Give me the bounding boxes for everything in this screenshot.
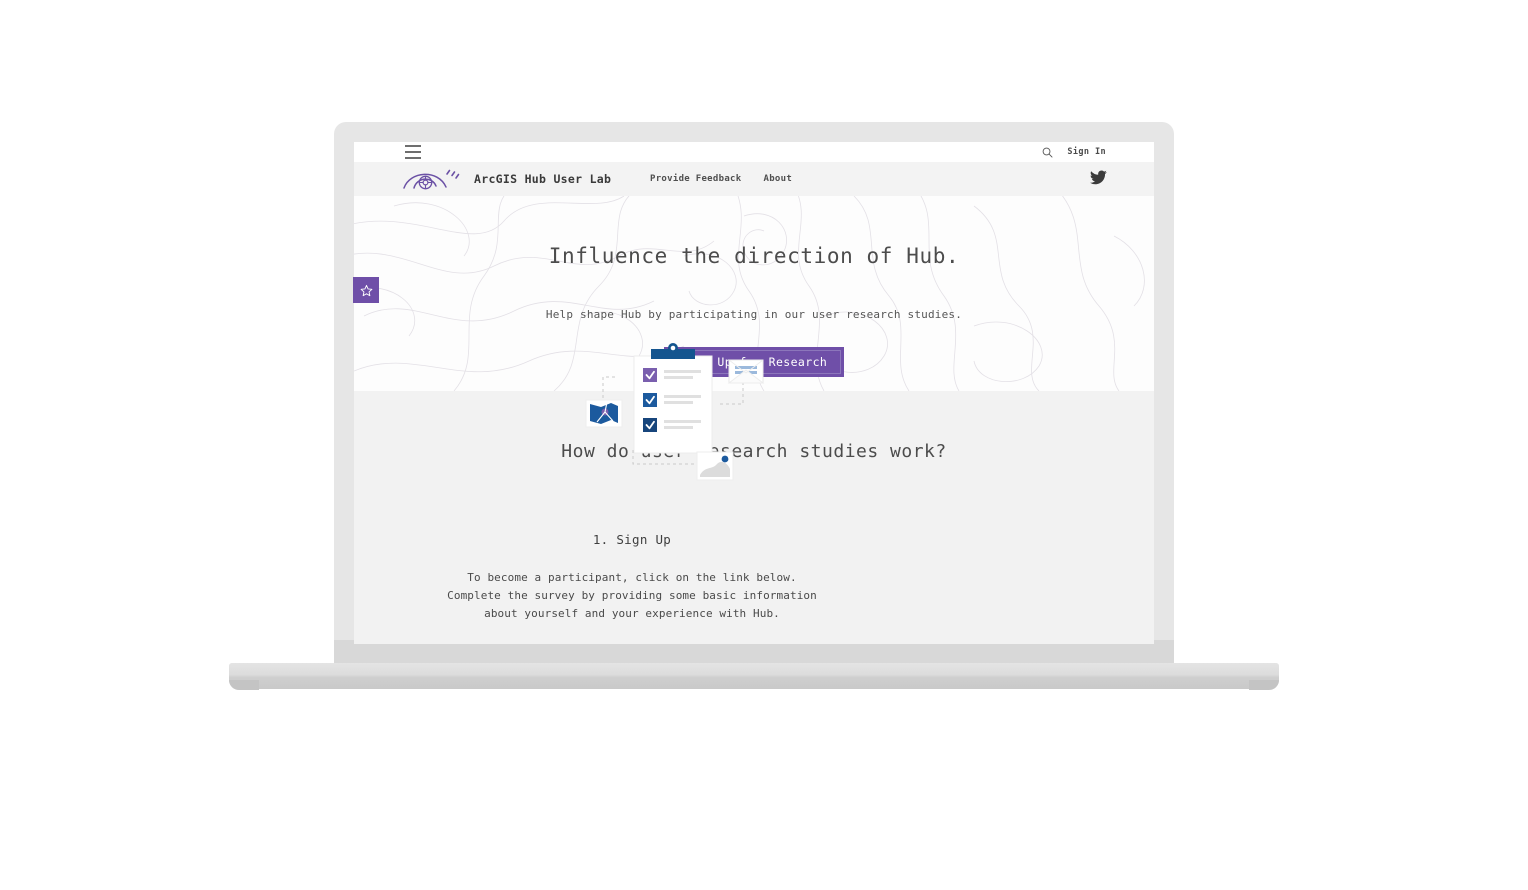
- envelope: [727, 359, 765, 384]
- utility-bar: Sign In: [354, 142, 1154, 162]
- brand-home-link[interactable]: ArcGIS Hub User Lab: [402, 162, 611, 196]
- laptop-foot-right: [1249, 680, 1279, 690]
- main-navbar: ArcGIS Hub User Lab Provide Feedback Abo…: [354, 162, 1154, 196]
- search-icon[interactable]: [1042, 147, 1053, 158]
- nav-link-about[interactable]: About: [764, 174, 793, 184]
- sign-in-link[interactable]: Sign In: [1067, 147, 1106, 157]
- step-heading: 1. Sign Up: [592, 532, 672, 547]
- hub-eye-logo-icon: [402, 165, 464, 193]
- primary-nav: Provide Feedback About: [650, 162, 792, 196]
- laptop-foot-left: [229, 680, 259, 690]
- hamburger-menu-icon[interactable]: [405, 145, 421, 159]
- map-card: [585, 399, 623, 428]
- brand-title: ArcGIS Hub User Lab: [474, 172, 612, 186]
- nav-link-provide-feedback[interactable]: Provide Feedback: [650, 174, 742, 184]
- star-outline-icon: [360, 284, 372, 296]
- step-block-sign-up: 1. Sign Up To become a participant, clic…: [354, 532, 910, 644]
- page-title: Influence the direction of Hub.: [548, 244, 960, 268]
- hero-subtitle: Help shape Hub by participating in our u…: [545, 308, 963, 321]
- step-body-line-3: about yourself and your experience with …: [484, 606, 780, 620]
- utility-bar-right: Sign In: [1042, 142, 1106, 162]
- star-badge[interactable]: [353, 277, 379, 303]
- clipboard-with-checklist: [633, 343, 713, 454]
- step-body-line-2: Complete the survey by providing some ba…: [447, 588, 817, 602]
- twitter-bird-icon[interactable]: [1090, 170, 1107, 185]
- laptop-base: [229, 663, 1279, 689]
- step-body: To become a participant, click on the li…: [354, 569, 910, 622]
- image-card: [696, 451, 734, 481]
- step-body-line-1: To become a participant, click on the li…: [467, 571, 797, 584]
- signup-clipboard-illustration: [585, 343, 765, 481]
